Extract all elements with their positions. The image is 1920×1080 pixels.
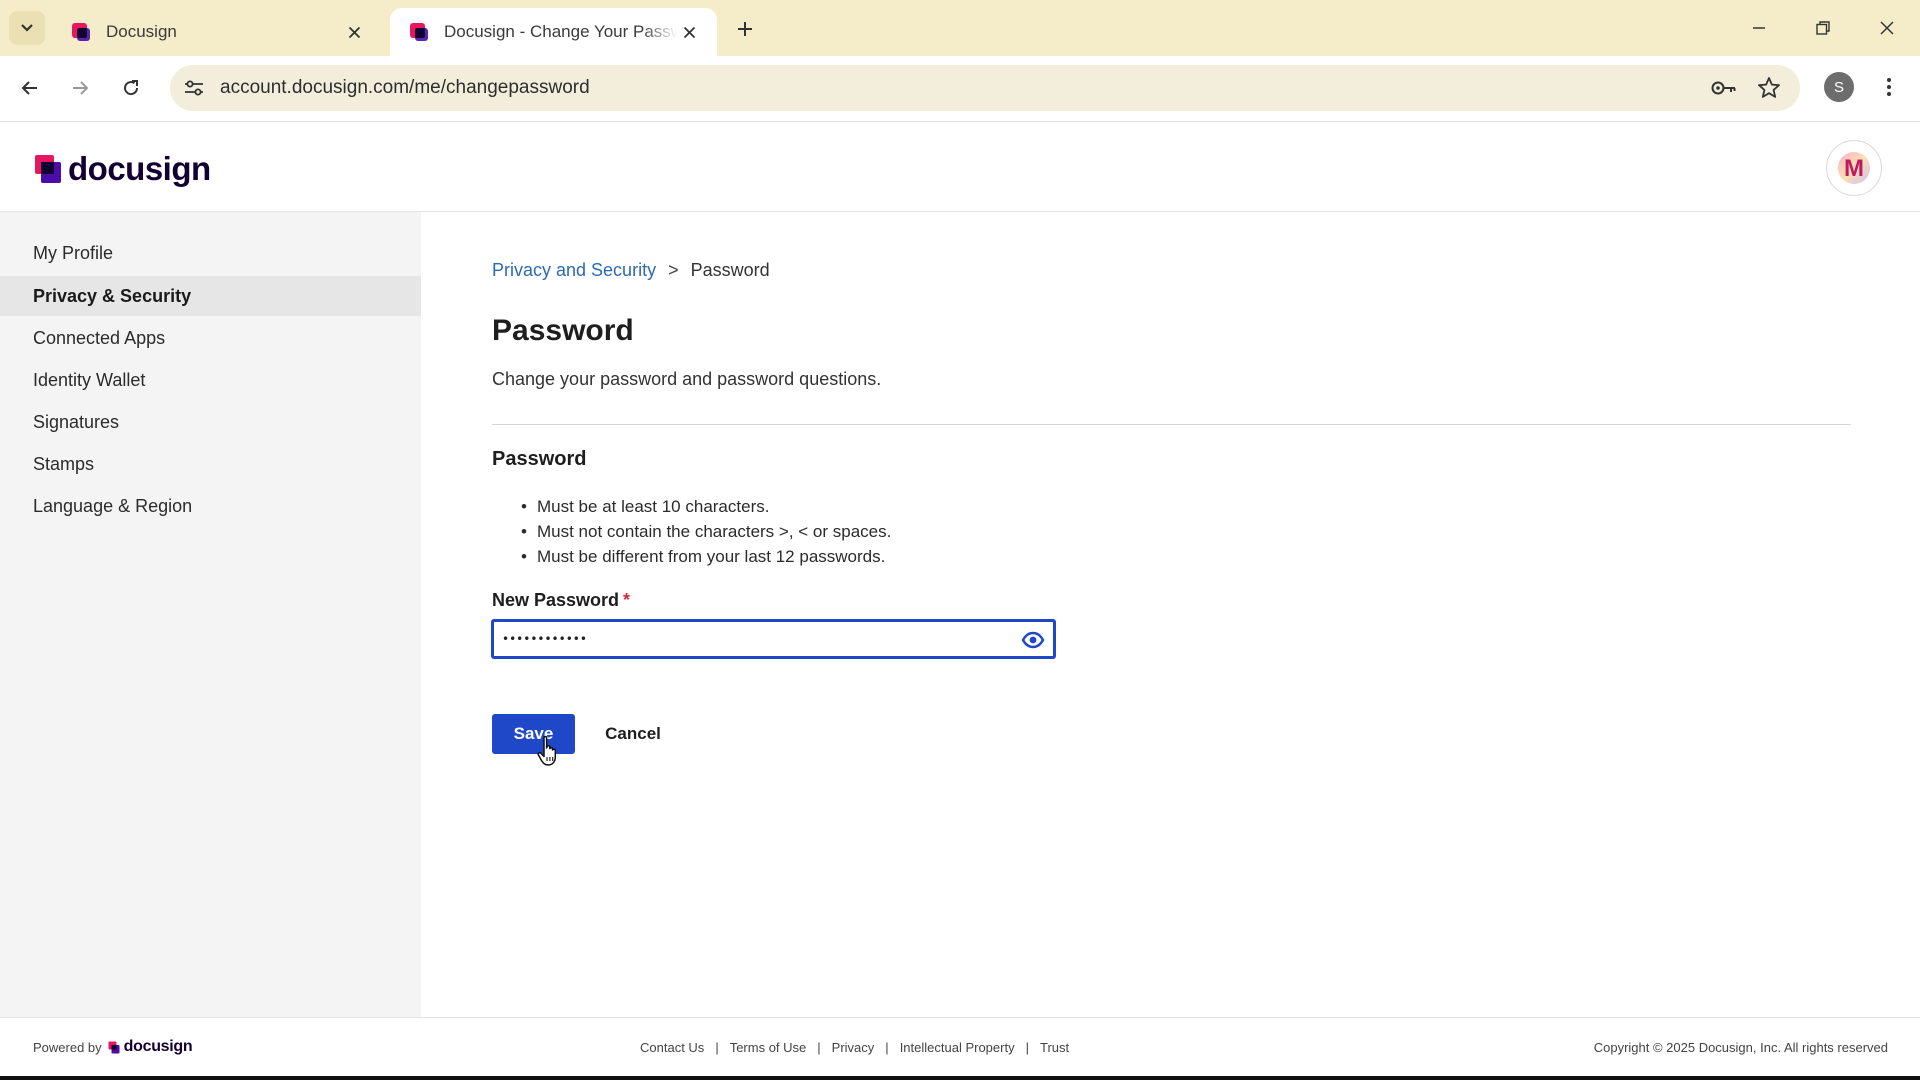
pointer-cursor-icon <box>537 735 557 766</box>
bottom-edge <box>0 1076 1920 1080</box>
copyright: Copyright © 2025 Docusign, Inc. All righ… <box>1593 1040 1888 1055</box>
tab-search-button[interactable] <box>9 11 45 45</box>
sidebar-item-label: Connected Apps <box>33 327 166 348</box>
sidebar-item-label: Signatures <box>33 411 120 432</box>
footer-link-contact[interactable]: Contact Us <box>640 1040 704 1055</box>
tab-title: Docusign <box>106 22 177 41</box>
eye-icon[interactable] <box>1021 628 1045 652</box>
user-avatar[interactable]: M <box>1826 140 1882 196</box>
breadcrumb-current: Password <box>690 260 770 280</box>
close-icon <box>683 26 695 38</box>
footer-separator: | <box>817 1040 821 1055</box>
back-icon <box>21 81 37 95</box>
new-password-label-text: New Password <box>492 590 620 610</box>
browser-menu-button[interactable] <box>1872 70 1906 104</box>
section-title: Password <box>492 448 587 470</box>
breadcrumb: Privacy and Security > Password <box>492 260 770 281</box>
profile-initial: S <box>1833 78 1844 96</box>
window-close-icon <box>1880 21 1894 35</box>
powered-by: Powered by docusign <box>33 1038 193 1056</box>
required-asterisk: * <box>623 590 631 610</box>
minimize-icon <box>1753 27 1765 29</box>
section-divider <box>492 424 1851 425</box>
favicon-docusign-icon <box>410 23 428 41</box>
url-text[interactable]: account.docusign.com/me/changepassword <box>220 77 590 99</box>
sidebar-item-language-region[interactable]: Language & Region <box>0 486 421 526</box>
breadcrumb-link-privacy[interactable]: Privacy and Security <box>492 260 656 281</box>
plus-icon <box>738 22 752 36</box>
restore-button[interactable] <box>1800 10 1846 46</box>
footer-brand: docusign <box>123 1038 193 1055</box>
footer-link-privacy[interactable]: Privacy <box>832 1040 875 1055</box>
minimize-button[interactable] <box>1736 10 1782 46</box>
page-subtitle: Change your password and password questi… <box>492 369 882 389</box>
address-bar[interactable]: account.docusign.com/me/changepassword <box>170 65 1800 111</box>
window-close-button[interactable] <box>1864 10 1910 46</box>
close-icon <box>348 26 360 38</box>
sidebar: My Profile Privacy & Security Connected … <box>0 212 421 1017</box>
save-button[interactable]: Save <box>492 714 575 754</box>
reload-icon <box>124 80 139 96</box>
close-tab-button[interactable] <box>342 20 366 44</box>
sidebar-item-my-profile[interactable]: My Profile <box>0 233 421 273</box>
bookmark-star-icon[interactable] <box>1756 75 1782 101</box>
main-content: Privacy and Security > Password Password… <box>421 212 1920 1017</box>
browser-tab-change-password[interactable]: Docusign - Change Your Password <box>390 8 717 56</box>
footer-link-ip[interactable]: Intellectual Property <box>900 1040 1015 1055</box>
sidebar-item-privacy-security[interactable]: Privacy & Security <box>0 276 421 316</box>
footer-link-trust[interactable]: Trust <box>1040 1040 1069 1055</box>
reload-button[interactable] <box>113 70 149 106</box>
footer-separator: | <box>885 1040 889 1055</box>
browser-profile-avatar[interactable]: S <box>1824 72 1854 102</box>
password-rule: Must be at least 10 characters. <box>521 494 891 519</box>
sidebar-item-label: Language & Region <box>33 495 193 516</box>
new-password-label: New Password * <box>492 590 630 611</box>
avatar-m-icon: M <box>1838 152 1870 184</box>
sidebar-item-label: Privacy & Security <box>33 285 192 306</box>
cancel-button[interactable]: Cancel <box>593 714 673 754</box>
sidebar-item-label: Identity Wallet <box>33 369 146 390</box>
logo-wordmark: docusign <box>68 150 211 187</box>
forward-icon <box>73 81 89 95</box>
footer-separator: | <box>715 1040 719 1055</box>
back-button[interactable] <box>12 70 48 106</box>
close-tab-button[interactable] <box>677 20 701 44</box>
footer-separator: | <box>1025 1040 1029 1055</box>
password-key-icon[interactable] <box>1710 76 1738 100</box>
breadcrumb-separator: > <box>668 260 679 280</box>
sidebar-item-signatures[interactable]: Signatures <box>0 402 421 442</box>
password-rule: Must be different from your last 12 pass… <box>521 544 891 569</box>
docusign-mini-mark-icon <box>108 1041 120 1053</box>
site-settings-icon[interactable] <box>182 76 206 100</box>
page-title: Password <box>492 314 634 347</box>
favicon-docusign-icon <box>72 23 90 41</box>
kebab-menu-icon <box>1887 78 1891 96</box>
tab-title: Docusign - Change Your Password <box>444 22 677 41</box>
new-password-input[interactable] <box>502 626 1002 652</box>
sidebar-item-connected-apps[interactable]: Connected Apps <box>0 318 421 358</box>
new-password-field[interactable] <box>492 620 1055 658</box>
footer-links: Contact Us | Terms of Use | Privacy | In… <box>640 1040 1069 1055</box>
sidebar-item-label: My Profile <box>33 242 114 263</box>
sidebar-item-stamps[interactable]: Stamps <box>0 444 421 484</box>
browser-tab-docusign[interactable]: Docusign <box>52 8 382 56</box>
browser-tabstrip: Docusign Docusign - Change Your Password <box>0 0 1920 56</box>
footer-link-terms[interactable]: Terms of Use <box>730 1040 807 1055</box>
sidebar-item-identity-wallet[interactable]: Identity Wallet <box>0 360 421 400</box>
password-rules-list: Must be at least 10 characters. Must not… <box>521 494 891 569</box>
password-rule: Must not contain the characters >, < or … <box>521 519 891 544</box>
new-tab-button[interactable] <box>728 14 762 44</box>
docusign-logo[interactable]: docusign <box>34 150 211 187</box>
avatar-initial: M <box>1844 155 1864 182</box>
browser-toolbar: account.docusign.com/me/changepassword S <box>0 56 1920 122</box>
page-footer: Powered by docusign Contact Us | Terms o… <box>0 1017 1920 1076</box>
chevron-down-icon <box>21 24 33 32</box>
powered-by-text: Powered by <box>33 1039 102 1055</box>
restore-icon <box>1816 21 1830 35</box>
sidebar-item-label: Stamps <box>33 453 95 474</box>
docusign-logo-mark-icon <box>35 155 61 183</box>
forward-button[interactable] <box>62 70 98 106</box>
app-header: docusign M <box>0 122 1920 212</box>
